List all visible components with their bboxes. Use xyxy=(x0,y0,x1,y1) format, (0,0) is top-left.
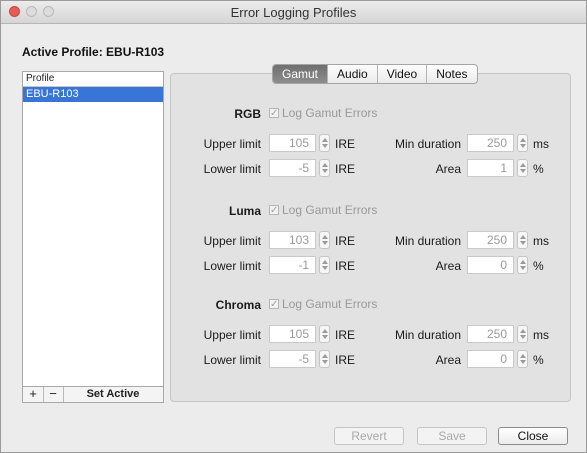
area-field[interactable]: 1 xyxy=(467,159,514,177)
checkbox-label: Log Gamut Errors xyxy=(282,203,378,217)
area-unit: % xyxy=(533,259,544,273)
min-duration-unit: ms xyxy=(533,328,549,342)
save-button[interactable]: Save xyxy=(417,427,487,445)
lower-limit-stepper[interactable] xyxy=(319,350,330,368)
section-title: Luma xyxy=(228,204,261,218)
profile-list[interactable]: Profile EBU-R103 xyxy=(22,71,164,387)
tab-notes[interactable]: Notes xyxy=(426,65,476,83)
area-stepper[interactable] xyxy=(517,256,528,274)
upper-limit-stepper[interactable] xyxy=(319,134,330,152)
upper-limit-unit: IRE xyxy=(335,137,356,151)
min-duration-field[interactable]: 250 xyxy=(467,134,514,152)
section-title: RGB xyxy=(234,107,261,121)
lower-limit-stepper[interactable] xyxy=(319,256,330,274)
lower-limit-unit: IRE xyxy=(335,353,356,367)
section-title: Chroma xyxy=(215,298,261,312)
min-duration-label: Min duration xyxy=(394,234,461,248)
min-duration-field[interactable]: 250 xyxy=(467,231,514,249)
window-title: Error Logging Profiles xyxy=(230,5,357,20)
upper-limit-unit: IRE xyxy=(335,328,356,342)
tab-video[interactable]: Video xyxy=(376,65,426,83)
min-duration-unit: ms xyxy=(533,234,549,248)
upper-limit-stepper[interactable] xyxy=(319,231,330,249)
area-field[interactable]: 0 xyxy=(467,256,514,274)
upper-limit-stepper[interactable] xyxy=(319,325,330,343)
upper-limit-label: Upper limit xyxy=(203,137,261,151)
log-gamut-errors-checkbox[interactable]: ✓ xyxy=(269,299,279,310)
remove-profile-button[interactable]: − xyxy=(43,387,64,402)
lower-limit-field[interactable]: -5 xyxy=(269,350,316,368)
revert-button[interactable]: Revert xyxy=(334,427,404,445)
close-button[interactable]: Close xyxy=(498,427,568,445)
error-logging-profiles-window: Error Logging Profiles Active Profile: E… xyxy=(0,0,587,453)
upper-limit-label: Upper limit xyxy=(203,328,261,342)
lower-limit-stepper[interactable] xyxy=(319,159,330,177)
lower-limit-label: Lower limit xyxy=(203,353,261,367)
upper-limit-unit: IRE xyxy=(335,234,356,248)
lower-limit-label: Lower limit xyxy=(203,162,261,176)
min-duration-field[interactable]: 250 xyxy=(467,325,514,343)
upper-limit-field[interactable]: 103 xyxy=(269,231,316,249)
min-duration-label: Min duration xyxy=(394,137,461,151)
upper-limit-label: Upper limit xyxy=(203,234,261,248)
tab-audio[interactable]: Audio xyxy=(327,65,377,83)
tab-bar: Gamut Audio Video Notes xyxy=(272,64,478,84)
lower-limit-field[interactable]: -5 xyxy=(269,159,316,177)
lower-limit-label: Lower limit xyxy=(203,259,261,273)
log-gamut-errors-checkbox[interactable]: ✓ xyxy=(269,108,279,119)
checkbox-label: Log Gamut Errors xyxy=(282,297,378,311)
area-field[interactable]: 0 xyxy=(467,350,514,368)
min-duration-stepper[interactable] xyxy=(517,231,528,249)
area-label: Area xyxy=(435,259,461,273)
set-active-button[interactable]: Set Active xyxy=(63,387,163,402)
profile-list-header[interactable]: Profile xyxy=(23,72,163,87)
tab-gamut[interactable]: Gamut xyxy=(273,65,328,83)
area-label: Area xyxy=(435,353,461,367)
area-label: Area xyxy=(435,162,461,176)
area-stepper[interactable] xyxy=(517,159,528,177)
upper-limit-field[interactable]: 105 xyxy=(269,325,316,343)
min-duration-unit: ms xyxy=(533,137,549,151)
upper-limit-field[interactable]: 105 xyxy=(269,134,316,152)
min-duration-label: Min duration xyxy=(394,328,461,342)
profile-list-item[interactable]: EBU-R103 xyxy=(23,87,163,102)
title-bar: Error Logging Profiles xyxy=(1,1,586,24)
area-unit: % xyxy=(533,353,544,367)
min-duration-stepper[interactable] xyxy=(517,134,528,152)
area-unit: % xyxy=(533,162,544,176)
checkbox-label: Log Gamut Errors xyxy=(282,106,378,120)
active-profile-label: Active Profile: EBU-R103 xyxy=(22,45,165,59)
lower-limit-unit: IRE xyxy=(335,259,356,273)
min-duration-stepper[interactable] xyxy=(517,325,528,343)
lower-limit-field[interactable]: -1 xyxy=(269,256,316,274)
log-gamut-errors-checkbox[interactable]: ✓ xyxy=(269,205,279,216)
lower-limit-unit: IRE xyxy=(335,162,356,176)
add-profile-button[interactable]: + xyxy=(23,387,44,402)
area-stepper[interactable] xyxy=(517,350,528,368)
profile-list-toolbar: + − Set Active xyxy=(22,387,164,403)
